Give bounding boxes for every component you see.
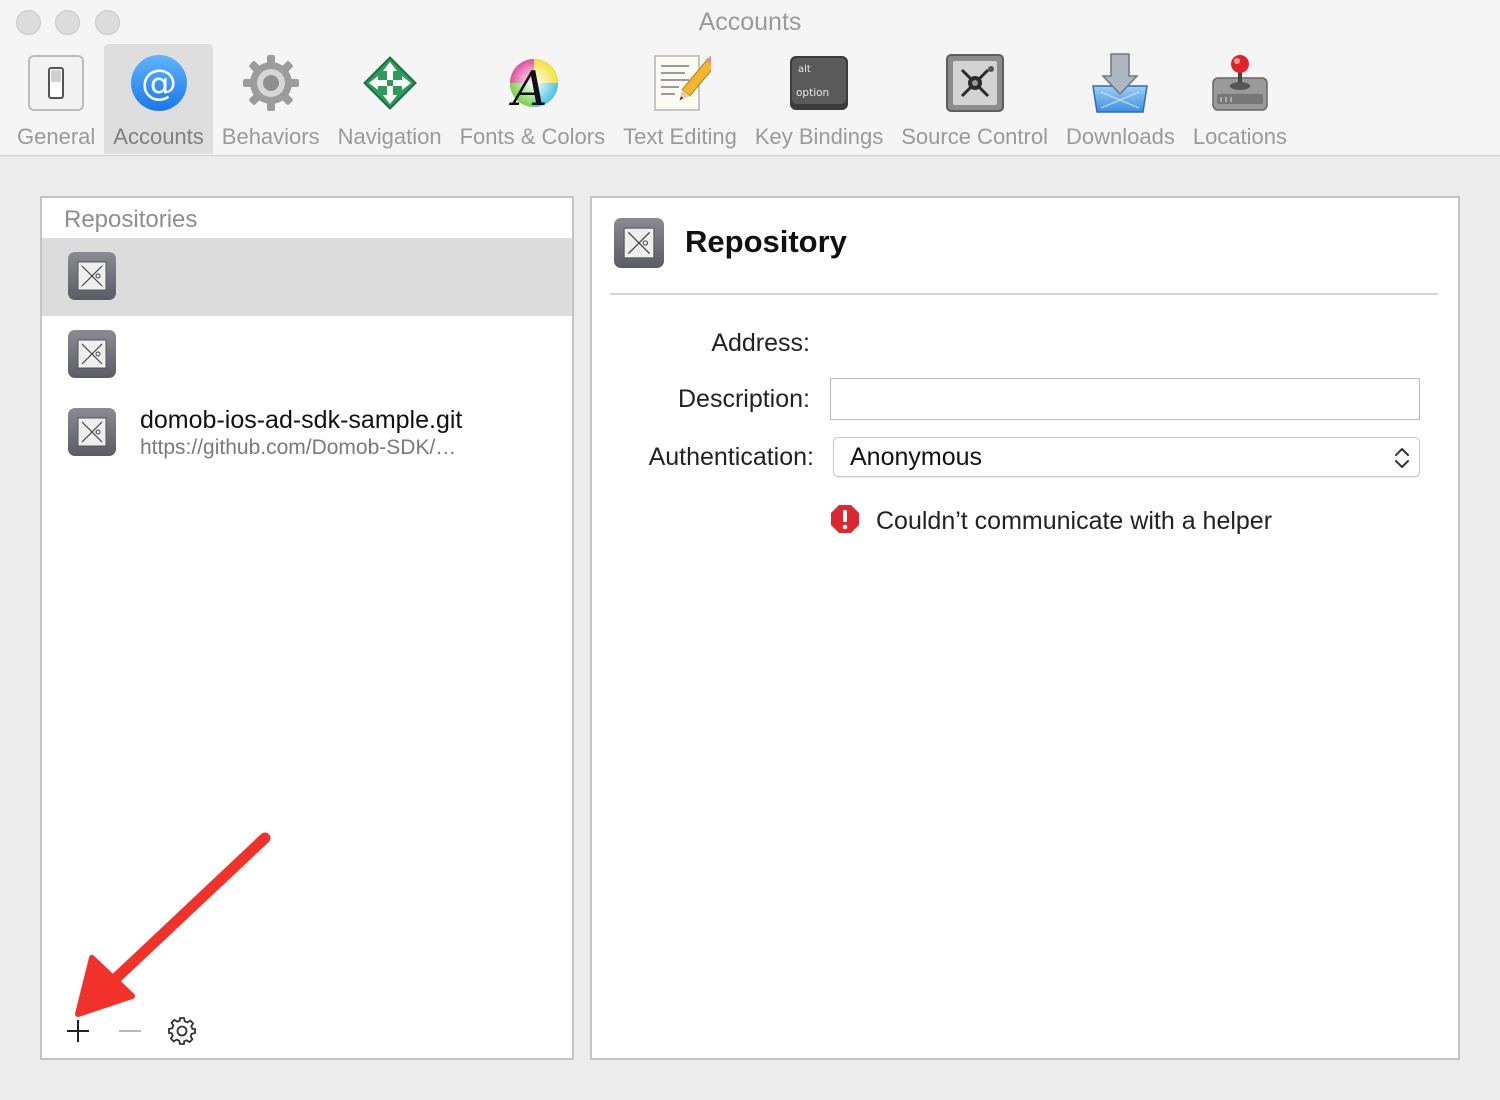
toolbar-item-source-control[interactable]: Source Control	[892, 44, 1057, 154]
repository-row[interactable]: domob-ios-ad-sdk-sample.git https://gith…	[42, 394, 572, 472]
repository-vault-icon	[68, 252, 116, 300]
authentication-select[interactable]: Anonymous	[833, 437, 1420, 477]
repository-row[interactable]	[42, 316, 572, 394]
option-key-alt-text: alt	[798, 64, 811, 75]
svg-text:A: A	[509, 61, 548, 113]
toolbar-item-text-editing[interactable]: Text Editing	[614, 44, 746, 154]
toolbar-item-key-bindings[interactable]: alt option Key Bindings	[746, 44, 892, 154]
toolbar-label: Text Editing	[623, 124, 737, 149]
toolbar-item-general[interactable]: General	[8, 44, 104, 154]
chevron-up-down-icon	[1393, 445, 1411, 476]
repository-name: domob-ios-ad-sdk-sample.git	[140, 406, 463, 434]
toolbar-item-locations[interactable]: Locations	[1184, 44, 1296, 154]
minus-icon	[119, 1030, 141, 1032]
navigation-arrows-icon	[357, 50, 423, 116]
at-sign-icon: @	[126, 50, 192, 116]
repository-vault-icon	[614, 218, 664, 268]
detail-title: Repository	[685, 224, 847, 259]
address-label: Address:	[711, 329, 810, 357]
toolbar-label: Locations	[1192, 124, 1288, 149]
svg-text:@: @	[141, 63, 177, 104]
authentication-label: Authentication:	[648, 443, 814, 471]
helper-error-message: Couldn’t communicate with a helper	[830, 504, 1272, 539]
repositories-list-panel: Repositories domob-ios-ad-sdk-sample.git…	[40, 196, 574, 1060]
general-switch-icon	[23, 50, 89, 116]
authentication-value: Anonymous	[850, 443, 983, 471]
toolbar-label: Navigation	[337, 124, 442, 149]
repository-detail-panel: Repository Address: Description: Authent…	[590, 196, 1460, 1060]
toolbar-label: Downloads	[1065, 124, 1175, 149]
text-edit-pencil-icon	[647, 50, 713, 116]
font-color-icon: A	[499, 50, 565, 116]
preferences-toolbar: General @ Accounts Behaviors Navigation …	[8, 44, 1296, 156]
plus-icon	[67, 1020, 89, 1042]
toolbar-item-behaviors[interactable]: Behaviors	[213, 44, 329, 154]
download-arrow-icon	[1087, 50, 1153, 116]
gear-icon	[168, 1017, 196, 1045]
toolbar-label: Behaviors	[221, 124, 320, 149]
detail-divider	[610, 293, 1438, 295]
error-text: Couldn’t communicate with a helper	[876, 507, 1273, 535]
repository-vault-icon	[68, 330, 116, 378]
joystick-drive-icon	[1207, 50, 1273, 116]
option-key-option-text: option	[796, 87, 829, 99]
remove-repository-button[interactable]	[104, 1014, 156, 1048]
toolbar-item-navigation[interactable]: Navigation	[329, 44, 451, 154]
add-repository-button[interactable]	[52, 1014, 104, 1048]
option-key-icon: alt option	[786, 50, 852, 116]
toolbar-item-fonts-colors[interactable]: A Fonts & Colors	[451, 44, 615, 154]
toolbar-item-accounts[interactable]: @ Accounts	[104, 44, 213, 154]
toolbar-label: Fonts & Colors	[459, 124, 606, 149]
repository-vault-icon	[68, 408, 116, 456]
description-label: Description:	[678, 385, 810, 413]
error-stop-icon	[830, 504, 860, 539]
repositories-header: Repositories	[64, 206, 198, 233]
window-title: Accounts	[698, 8, 802, 36]
window-titlebar: Accounts General @ Accounts Behaviors Na…	[0, 0, 1500, 156]
repository-url: https://github.com/Domob-SDK/…	[140, 436, 457, 459]
toolbar-label: Source Control	[901, 124, 1048, 149]
repository-row[interactable]	[42, 238, 572, 316]
list-bottom-bar	[52, 1014, 208, 1048]
gear-icon	[238, 50, 304, 116]
toolbar-label: Accounts	[113, 124, 204, 149]
toolbar-label: General	[17, 124, 96, 149]
toolbar-label: Key Bindings	[754, 124, 884, 149]
repository-settings-button[interactable]	[156, 1014, 208, 1048]
description-field[interactable]	[830, 378, 1420, 420]
toolbar-item-downloads[interactable]: Downloads	[1057, 44, 1184, 154]
vault-icon	[942, 50, 1008, 116]
